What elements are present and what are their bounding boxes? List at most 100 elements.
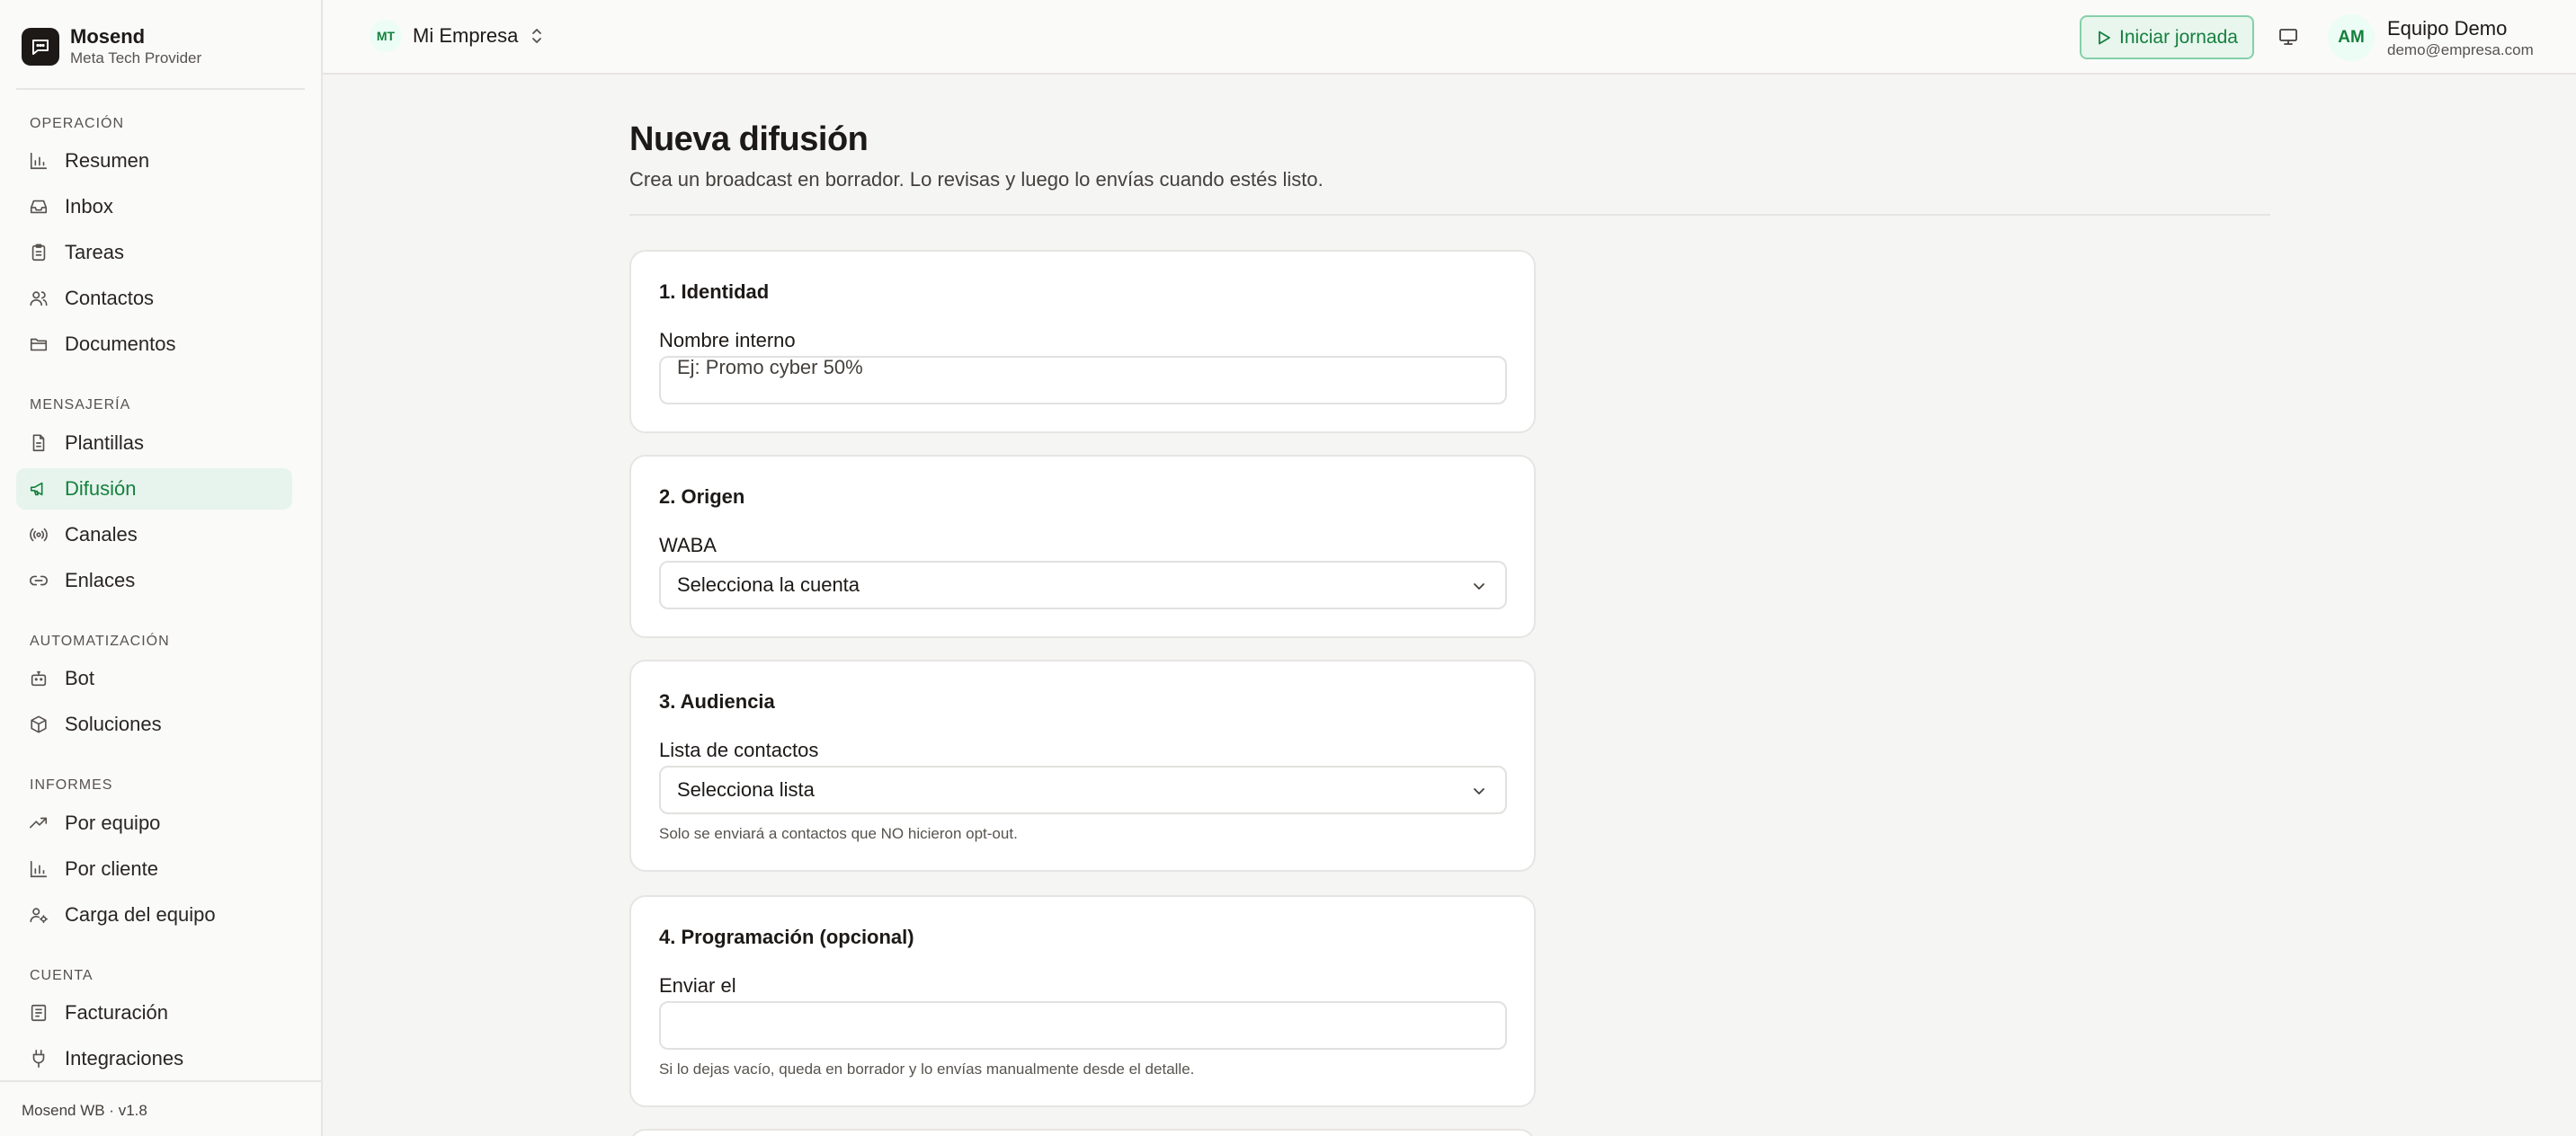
start-shift-button[interactable]: Iniciar jornada bbox=[2080, 15, 2254, 59]
sidebar-item-label: Documentos bbox=[65, 333, 176, 355]
sidebar-item-label: Canales bbox=[65, 523, 138, 546]
section-title-informes: INFORMES bbox=[30, 777, 113, 793]
divider bbox=[629, 214, 2270, 216]
sidebar-item-tareas[interactable]: Tareas bbox=[16, 232, 292, 273]
section-title-automatizacion: AUTOMATIZACIÓN bbox=[30, 634, 170, 649]
receipt-icon bbox=[29, 1003, 49, 1023]
user-name: Equipo Demo bbox=[2387, 17, 2508, 40]
sidebar-item-label: Por equipo bbox=[65, 812, 161, 834]
field-label: Enviar el bbox=[659, 974, 736, 997]
users-icon bbox=[29, 288, 49, 308]
sidebar-item-label: Tareas bbox=[65, 241, 125, 263]
audience-card: 3. Audiencia Lista de contactos Seleccio… bbox=[629, 660, 1536, 872]
chevrons-up-down-icon bbox=[532, 29, 542, 43]
card-title: 2. Origen bbox=[659, 485, 745, 508]
card-title: 1. Identidad bbox=[659, 280, 770, 303]
start-shift-label: Iniciar jornada bbox=[2119, 26, 2238, 48]
bar-chart-icon bbox=[29, 859, 49, 879]
waba-select[interactable]: Selecciona la cuenta bbox=[659, 561, 1507, 609]
sidebar-item-label: Resumen bbox=[65, 149, 150, 172]
section-title-cuenta: CUENTA bbox=[30, 968, 94, 983]
brand[interactable]: Mosend Meta Tech Provider bbox=[22, 23, 201, 70]
field-label: Nombre interno bbox=[659, 329, 796, 351]
field-label: Lista de contactos bbox=[659, 739, 819, 761]
avatar: AM bbox=[2328, 14, 2375, 61]
next-card bbox=[629, 1129, 1536, 1136]
chevron-down-icon bbox=[1474, 583, 1484, 590]
plug-icon bbox=[29, 1049, 49, 1069]
internal-name-placeholder: Ej: Promo cyber 50% bbox=[677, 356, 863, 378]
sidebar-item-difusion[interactable]: Difusión bbox=[16, 468, 292, 510]
sidebar-item-inbox[interactable]: Inbox bbox=[16, 186, 292, 227]
contact-list-select[interactable]: Selecciona lista bbox=[659, 766, 1507, 814]
org-switcher[interactable]: MT Mi Empresa bbox=[370, 20, 545, 52]
sidebar-item-contactos[interactable]: Contactos bbox=[16, 278, 292, 319]
sidebar-item-resumen[interactable]: Resumen bbox=[16, 140, 292, 182]
sidebar-item-label: Inbox bbox=[65, 195, 113, 217]
sidebar-item-label: Facturación bbox=[65, 1001, 168, 1024]
schedule-hint: Si lo dejas vacío, queda en borrador y l… bbox=[659, 1061, 1195, 1078]
identity-card: 1. Identidad Nombre interno Ej: Promo cy… bbox=[629, 250, 1536, 433]
sidebar-item-facturacion[interactable]: Facturación bbox=[16, 992, 292, 1034]
sidebar-item-enlaces[interactable]: Enlaces bbox=[16, 560, 292, 601]
internal-name-input[interactable]: Ej: Promo cyber 50% bbox=[659, 356, 1507, 404]
page-title: Nueva difusión bbox=[629, 120, 869, 158]
sidebar-item-documentos[interactable]: Documentos bbox=[16, 324, 292, 365]
package-icon bbox=[29, 714, 49, 734]
app-version: Mosend WB · v1.8 bbox=[22, 1102, 147, 1119]
origin-card: 2. Origen WABA Selecciona la cuenta bbox=[629, 455, 1536, 638]
sidebar-item-label: Plantillas bbox=[65, 431, 145, 454]
sidebar-item-soluciones[interactable]: Soluciones bbox=[16, 704, 292, 745]
sidebar-item-label: Soluciones bbox=[65, 713, 162, 735]
inbox-icon bbox=[29, 197, 49, 217]
sidebar-item-label: Por cliente bbox=[65, 857, 158, 880]
org-name: Mi Empresa bbox=[413, 24, 519, 47]
sidebar-item-carga-del-equipo[interactable]: Carga del equipo bbox=[16, 894, 292, 936]
brand-logo-icon bbox=[22, 28, 59, 66]
sidebar-item-label: Bot bbox=[65, 667, 95, 689]
sidebar-item-label: Difusión bbox=[65, 477, 137, 500]
sidebar-item-canales[interactable]: Canales bbox=[16, 514, 292, 555]
sidebar-item-label: Integraciones bbox=[65, 1047, 184, 1069]
bot-icon bbox=[29, 669, 49, 688]
chevron-down-icon bbox=[1474, 788, 1484, 794]
play-icon bbox=[2099, 31, 2110, 44]
page-subtitle: Crea un broadcast en borrador. Lo revisa… bbox=[629, 168, 1324, 191]
card-title: 4. Programación (opcional) bbox=[659, 926, 914, 948]
sidebar-item-plantillas[interactable]: Plantillas bbox=[16, 422, 292, 464]
send-date-input[interactable] bbox=[659, 1001, 1507, 1050]
divider bbox=[16, 88, 305, 90]
audience-hint: Solo se enviará a contactos que NO hicie… bbox=[659, 825, 1018, 842]
trending-up-icon bbox=[29, 813, 49, 833]
sidebar-item-label: Contactos bbox=[65, 287, 155, 309]
link-icon bbox=[29, 571, 49, 590]
user-menu[interactable]: AM Equipo Demo demo@empresa.com bbox=[2328, 14, 2534, 61]
user-cog-icon bbox=[29, 905, 49, 925]
schedule-card: 4. Programación (opcional) Enviar el Si … bbox=[629, 895, 1536, 1107]
file-text-icon bbox=[29, 433, 49, 453]
bar-chart-icon bbox=[29, 151, 49, 171]
sidebar-item-bot[interactable]: Bot bbox=[16, 658, 292, 699]
card-title: 3. Audiencia bbox=[659, 690, 775, 713]
field-label: WABA bbox=[659, 534, 717, 556]
section-title-operacion: OPERACIÓN bbox=[30, 116, 125, 131]
sidebar-footer: Mosend WB · v1.8 bbox=[0, 1080, 321, 1136]
sidebar-item-integraciones[interactable]: Integraciones bbox=[16, 1038, 292, 1079]
topbar: MT Mi Empresa Iniciar jornada AM Equipo … bbox=[323, 0, 2576, 75]
waba-select-value: Selecciona la cuenta bbox=[677, 573, 860, 596]
user-email: demo@empresa.com bbox=[2387, 41, 2534, 58]
section-title-mensajeria: MENSAJERÍA bbox=[30, 397, 131, 413]
megaphone-icon bbox=[29, 479, 49, 499]
folder-icon bbox=[29, 334, 49, 354]
sidebar-item-por-cliente[interactable]: Por cliente bbox=[16, 848, 292, 890]
sidebar-item-por-equipo[interactable]: Por equipo bbox=[16, 803, 292, 844]
sidebar: Mosend Meta Tech Provider OPERACIÓN Resu… bbox=[0, 0, 323, 1136]
sidebar-item-label: Enlaces bbox=[65, 569, 136, 591]
org-badge: MT bbox=[370, 20, 402, 52]
radio-icon bbox=[29, 525, 49, 545]
sidebar-item-label: Carga del equipo bbox=[65, 903, 216, 926]
contact-list-value: Selecciona lista bbox=[677, 778, 815, 801]
monitor-icon[interactable] bbox=[2275, 23, 2302, 50]
clipboard-icon bbox=[29, 243, 49, 262]
brand-name: Mosend bbox=[70, 25, 146, 48]
